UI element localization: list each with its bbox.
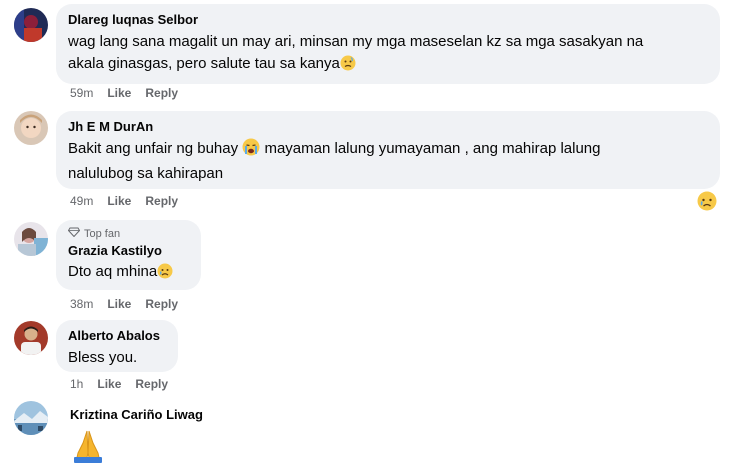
- avatar[interactable]: [14, 401, 48, 435]
- comment-time[interactable]: 59m: [70, 86, 93, 100]
- folded-hands-icon: [68, 429, 108, 468]
- avatar[interactable]: [14, 222, 48, 256]
- comment-time[interactable]: 49m: [70, 194, 93, 208]
- like-button[interactable]: Like: [107, 194, 131, 208]
- comment-line: wag lang sana magalit un may ari, minsan…: [68, 33, 644, 50]
- avatar[interactable]: [14, 111, 48, 145]
- badge-label: Top fan: [84, 227, 121, 240]
- comment-actions: 49m Like Reply: [70, 194, 178, 208]
- diamond-icon: [67, 227, 81, 241]
- comment-author[interactable]: Alberto Abalos: [68, 328, 166, 344]
- comment-text: Bakit ang unfair ng buhay mayaman lalung…: [68, 138, 708, 185]
- reply-button[interactable]: Reply: [145, 194, 178, 208]
- comment-author[interactable]: Dlareg luqnas Selbor: [68, 12, 708, 28]
- comment-actions: 1h Like Reply: [70, 377, 168, 391]
- reply-button[interactable]: Reply: [145, 297, 178, 311]
- comment-bubble: Top fan Grazia Kastilyo Dto aq mhina: [56, 220, 201, 290]
- comment-text: Bless you.: [68, 349, 138, 366]
- comment-line: Bakit ang unfair ng buhay: [68, 140, 239, 157]
- comment-author[interactable]: Kriztina Cariño Liwag: [70, 407, 203, 423]
- like-button[interactable]: Like: [97, 377, 121, 391]
- comment-author[interactable]: Grazia Kastilyo: [68, 243, 189, 259]
- avatar[interactable]: [14, 8, 48, 42]
- like-button[interactable]: Like: [107, 86, 131, 100]
- comment-author[interactable]: Jh E M DurAn: [68, 119, 708, 135]
- reply-button[interactable]: Reply: [145, 86, 178, 100]
- comment-line: nalulubog sa kahirapan: [68, 165, 224, 182]
- comment-line: mayaman lalung yumayaman , ang mahirap l…: [264, 140, 601, 157]
- comment-line: akala ginasgas, pero salute tau sa kanya: [68, 55, 340, 72]
- comment-line: Dto aq mhina: [68, 263, 158, 280]
- comment-line-with-emoji: akala ginasgas, pero salute tau sa kanya: [68, 53, 708, 78]
- comment-actions: 59m Like Reply: [70, 86, 178, 100]
- comment-actions: 38m Like Reply: [70, 297, 178, 311]
- comment-text: wag lang sana magalit un may ari, minsan…: [68, 31, 708, 78]
- worried-face-icon: [340, 55, 356, 78]
- comment-time[interactable]: 1h: [70, 377, 83, 391]
- comment-time[interactable]: 38m: [70, 297, 93, 311]
- comment-bubble: Dlareg luqnas Selbor wag lang sana magal…: [56, 4, 720, 84]
- reply-button[interactable]: Reply: [135, 377, 168, 391]
- crying-face-icon: [242, 138, 260, 163]
- sad-reaction-icon[interactable]: [697, 191, 717, 216]
- sad-face-icon: [157, 263, 173, 286]
- top-fan-badge: Top fan: [67, 227, 189, 241]
- comment-bubble: Alberto Abalos Bless you.: [56, 320, 178, 372]
- like-button[interactable]: Like: [107, 297, 131, 311]
- comment-line-with-emoji: Bakit ang unfair ng buhay mayaman lalung…: [68, 138, 708, 163]
- avatar[interactable]: [14, 321, 48, 355]
- comment-bubble: Jh E M DurAn Bakit ang unfair ng buhay m…: [56, 111, 720, 189]
- comment-text: Dto aq mhina: [68, 261, 189, 286]
